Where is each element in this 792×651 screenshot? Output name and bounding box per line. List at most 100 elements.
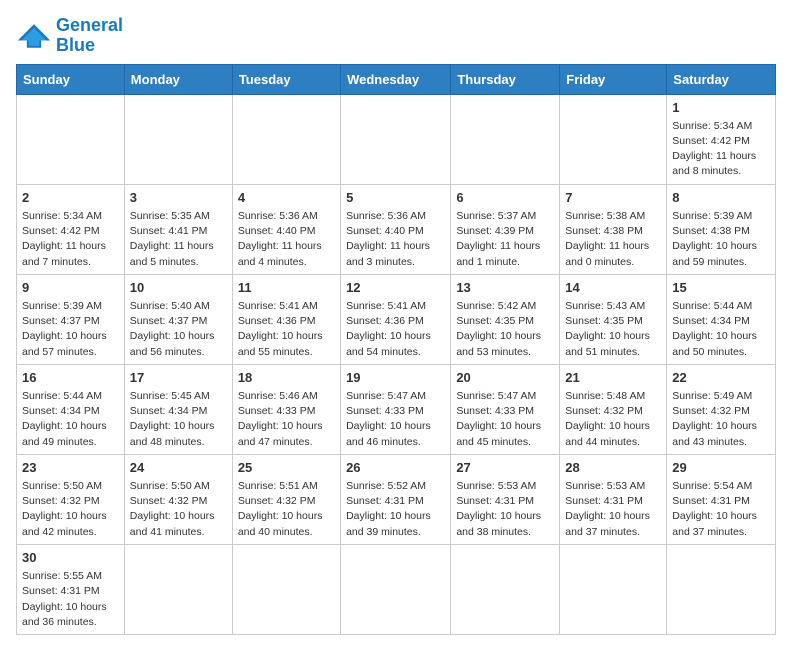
day-number: 11	[238, 279, 335, 297]
day-number: 15	[672, 279, 770, 297]
calendar-cell: 21Sunrise: 5:48 AM Sunset: 4:32 PM Dayli…	[560, 364, 667, 454]
calendar-week-0: 1 Sunrise: 5:34 AM Sunset: 4:42 PM Daylig…	[17, 94, 776, 184]
header-wednesday: Wednesday	[341, 64, 451, 94]
header-thursday: Thursday	[451, 64, 560, 94]
day-info: Sunrise: 5:37 AM Sunset: 4:39 PM Dayligh…	[456, 209, 554, 270]
day-info: Sunrise: 5:35 AM Sunset: 4:41 PM Dayligh…	[130, 209, 227, 270]
logo-text: General Blue	[56, 16, 123, 56]
day-info: Sunrise: 5:50 AM Sunset: 4:32 PM Dayligh…	[130, 479, 227, 540]
calendar-cell	[451, 544, 560, 634]
page-container: General Blue SundayMondayTuesdayWednesda…	[16, 16, 776, 635]
day-info: Sunrise: 5:39 AM Sunset: 4:37 PM Dayligh…	[22, 299, 119, 360]
calendar-cell: 6Sunrise: 5:37 AM Sunset: 4:39 PM Daylig…	[451, 184, 560, 274]
calendar-cell: 16 Sunrise: 5:44 AM Sunset: 4:34 PM Dayli…	[17, 364, 125, 454]
day-number: 25	[238, 459, 335, 477]
calendar-cell: 4Sunrise: 5:36 AM Sunset: 4:40 PM Daylig…	[232, 184, 340, 274]
day-info: Sunrise: 5:41 AM Sunset: 4:36 PM Dayligh…	[346, 299, 445, 360]
calendar-cell: 1 Sunrise: 5:34 AM Sunset: 4:42 PM Daylig…	[667, 94, 776, 184]
day-number: 23	[22, 459, 119, 477]
calendar-cell	[124, 94, 232, 184]
day-info: Sunrise: 5:43 AM Sunset: 4:35 PM Dayligh…	[565, 299, 661, 360]
day-number: 3	[130, 189, 227, 207]
calendar-cell: 24 Sunrise: 5:50 AM Sunset: 4:32 PM Dayli…	[124, 454, 232, 544]
calendar-cell: 30Sunrise: 5:55 AM Sunset: 4:31 PM Dayli…	[17, 544, 125, 634]
calendar-cell: 2 Sunrise: 5:34 AM Sunset: 4:42 PM Daylig…	[17, 184, 125, 274]
day-number: 8	[672, 189, 770, 207]
calendar-cell	[560, 94, 667, 184]
day-info: Sunrise: 5:51 AM Sunset: 4:32 PM Dayligh…	[238, 479, 335, 540]
calendar-cell	[341, 544, 451, 634]
day-number: 18	[238, 369, 335, 387]
calendar-cell: 27 Sunrise: 5:53 AM Sunset: 4:31 PM Dayli…	[451, 454, 560, 544]
day-info: Sunrise: 5:47 AM Sunset: 4:33 PM Dayligh…	[456, 389, 554, 450]
day-number: 5	[346, 189, 445, 207]
calendar-cell	[232, 544, 340, 634]
day-number: 9	[22, 279, 119, 297]
calendar-cell: 8Sunrise: 5:39 AM Sunset: 4:38 PM Daylig…	[667, 184, 776, 274]
calendar-cell	[341, 94, 451, 184]
calendar-cell: 12 Sunrise: 5:41 AM Sunset: 4:36 PM Dayli…	[341, 274, 451, 364]
calendar-cell: 10Sunrise: 5:40 AM Sunset: 4:37 PM Dayli…	[124, 274, 232, 364]
calendar-cell: 29Sunrise: 5:54 AM Sunset: 4:31 PM Dayli…	[667, 454, 776, 544]
day-number: 20	[456, 369, 554, 387]
day-info: Sunrise: 5:40 AM Sunset: 4:37 PM Dayligh…	[130, 299, 227, 360]
calendar-cell: 20 Sunrise: 5:47 AM Sunset: 4:33 PM Dayli…	[451, 364, 560, 454]
day-number: 26	[346, 459, 445, 477]
day-info: Sunrise: 5:44 AM Sunset: 4:34 PM Dayligh…	[672, 299, 770, 360]
day-info: Sunrise: 5:53 AM Sunset: 4:31 PM Dayligh…	[565, 479, 661, 540]
day-info: Sunrise: 5:36 AM Sunset: 4:40 PM Dayligh…	[346, 209, 445, 270]
calendar-cell: 25 Sunrise: 5:51 AM Sunset: 4:32 PM Dayli…	[232, 454, 340, 544]
day-number: 22	[672, 369, 770, 387]
day-number: 2	[22, 189, 119, 207]
calendar-cell: 17 Sunrise: 5:45 AM Sunset: 4:34 PM Dayli…	[124, 364, 232, 454]
calendar-cell: 14Sunrise: 5:43 AM Sunset: 4:35 PM Dayli…	[560, 274, 667, 364]
day-info: Sunrise: 5:45 AM Sunset: 4:34 PM Dayligh…	[130, 389, 227, 450]
day-info: Sunrise: 5:55 AM Sunset: 4:31 PM Dayligh…	[22, 569, 119, 630]
calendar-cell: 11 Sunrise: 5:41 AM Sunset: 4:36 PM Dayli…	[232, 274, 340, 364]
calendar-week-2: 9 Sunrise: 5:39 AM Sunset: 4:37 PM Daylig…	[17, 274, 776, 364]
calendar-cell: 22 Sunrise: 5:49 AM Sunset: 4:32 PM Dayli…	[667, 364, 776, 454]
day-info: Sunrise: 5:36 AM Sunset: 4:40 PM Dayligh…	[238, 209, 335, 270]
day-info: Sunrise: 5:52 AM Sunset: 4:31 PM Dayligh…	[346, 479, 445, 540]
calendar-cell: 19Sunrise: 5:47 AM Sunset: 4:33 PM Dayli…	[341, 364, 451, 454]
day-info: Sunrise: 5:53 AM Sunset: 4:31 PM Dayligh…	[456, 479, 554, 540]
calendar-week-5: 30Sunrise: 5:55 AM Sunset: 4:31 PM Dayli…	[17, 544, 776, 634]
day-number: 29	[672, 459, 770, 477]
calendar-cell: 15 Sunrise: 5:44 AM Sunset: 4:34 PM Dayli…	[667, 274, 776, 364]
day-info: Sunrise: 5:38 AM Sunset: 4:38 PM Dayligh…	[565, 209, 661, 270]
calendar-cell: 7Sunrise: 5:38 AM Sunset: 4:38 PM Daylig…	[560, 184, 667, 274]
calendar-cell: 23Sunrise: 5:50 AM Sunset: 4:32 PM Dayli…	[17, 454, 125, 544]
logo: General Blue	[16, 16, 123, 56]
calendar-cell: 5 Sunrise: 5:36 AM Sunset: 4:40 PM Daylig…	[341, 184, 451, 274]
day-number: 12	[346, 279, 445, 297]
calendar-cell	[124, 544, 232, 634]
day-info: Sunrise: 5:48 AM Sunset: 4:32 PM Dayligh…	[565, 389, 661, 450]
day-number: 1	[672, 99, 770, 117]
calendar-cell	[232, 94, 340, 184]
calendar-table: SundayMondayTuesdayWednesdayThursdayFrid…	[16, 64, 776, 635]
calendar-cell	[17, 94, 125, 184]
header-friday: Friday	[560, 64, 667, 94]
day-number: 16	[22, 369, 119, 387]
day-info: Sunrise: 5:41 AM Sunset: 4:36 PM Dayligh…	[238, 299, 335, 360]
calendar-cell: 13Sunrise: 5:42 AM Sunset: 4:35 PM Dayli…	[451, 274, 560, 364]
day-info: Sunrise: 5:49 AM Sunset: 4:32 PM Dayligh…	[672, 389, 770, 450]
calendar-week-4: 23 Sunrise: 5:50 AM Sunset: 4:32 PM Dayli…	[17, 454, 776, 544]
logo-icon	[16, 22, 52, 50]
day-info: Sunrise: 5:42 AM Sunset: 4:35 PM Dayligh…	[456, 299, 554, 360]
header-sunday: Sunday	[17, 64, 125, 94]
day-number: 17	[130, 369, 227, 387]
day-info: Sunrise: 5:44 AM Sunset: 4:34 PM Dayligh…	[22, 389, 119, 450]
calendar-cell	[451, 94, 560, 184]
calendar-header-row: SundayMondayTuesdayWednesdayThursdayFrid…	[17, 64, 776, 94]
day-number: 27	[456, 459, 554, 477]
calendar-cell	[667, 544, 776, 634]
calendar-week-1: 2 Sunrise: 5:34 AM Sunset: 4:42 PM Daylig…	[17, 184, 776, 274]
calendar-cell: 9 Sunrise: 5:39 AM Sunset: 4:37 PM Daylig…	[17, 274, 125, 364]
day-number: 19	[346, 369, 445, 387]
day-info: Sunrise: 5:34 AM Sunset: 4:42 PM Dayligh…	[22, 209, 119, 270]
day-number: 24	[130, 459, 227, 477]
calendar-cell: 28Sunrise: 5:53 AM Sunset: 4:31 PM Dayli…	[560, 454, 667, 544]
header-saturday: Saturday	[667, 64, 776, 94]
day-info: Sunrise: 5:34 AM Sunset: 4:42 PM Dayligh…	[672, 119, 770, 180]
